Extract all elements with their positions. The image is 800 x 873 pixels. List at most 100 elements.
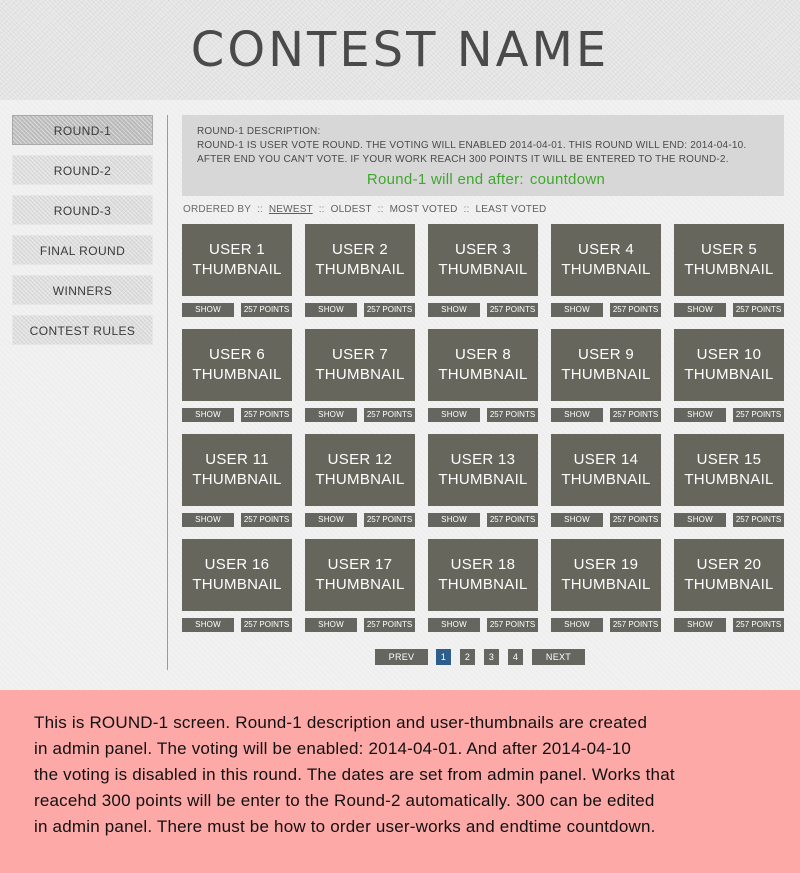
user-card: USER 11 THUMBNAIL SHOW 257 POINTS [182,434,292,527]
user-thumbnail[interactable]: USER 9 THUMBNAIL [551,329,661,401]
show-button[interactable]: SHOW [674,408,726,422]
show-button[interactable]: SHOW [674,303,726,317]
show-button[interactable]: SHOW [305,618,357,632]
user-thumbnail[interactable]: USER 12 THUMBNAIL [305,434,415,506]
order-option-newest[interactable]: NEWEST [269,204,313,215]
sidebar-item-round-1[interactable]: ROUND-1 [12,115,153,145]
prev-button[interactable]: PREV [375,649,428,665]
show-button[interactable]: SHOW [305,408,357,422]
user-thumbnail[interactable]: USER 4 THUMBNAIL [551,224,661,296]
main-area: ROUND-1 ROUND-2 ROUND-3 FINAL ROUND WINN… [0,100,800,690]
user-thumbnail[interactable]: USER 10 THUMBNAIL [674,329,784,401]
points-button[interactable]: 257 POINTS [241,618,292,632]
user-thumbnail[interactable]: USER 16 THUMBNAIL [182,539,292,611]
user-thumbnail[interactable]: USER 7 THUMBNAIL [305,329,415,401]
show-button[interactable]: SHOW [674,618,726,632]
page-4-button[interactable]: 4 [508,649,523,665]
page-1-button[interactable]: 1 [436,649,451,665]
user-thumbnail[interactable]: USER 13 THUMBNAIL [428,434,538,506]
show-button[interactable]: SHOW [428,408,480,422]
user-card: USER 8 THUMBNAIL SHOW 257 POINTS [428,329,538,422]
sidebar-item-winners[interactable]: WINNERS [12,275,153,305]
user-thumbnail[interactable]: USER 19 THUMBNAIL [551,539,661,611]
user-thumbnail[interactable]: USER 20 THUMBNAIL [674,539,784,611]
points-button[interactable]: 257 POINTS [487,618,538,632]
points-button[interactable]: 257 POINTS [610,408,661,422]
annotation-note: This is ROUND-1 screen. Round-1 descript… [0,690,800,873]
points-button[interactable]: 257 POINTS [241,513,292,527]
points-button[interactable]: 257 POINTS [364,618,415,632]
user-thumbnail[interactable]: USER 15 THUMBNAIL [674,434,784,506]
order-option-least-voted[interactable]: LEAST VOTED [475,204,546,215]
user-thumbnail[interactable]: USER 2 THUMBNAIL [305,224,415,296]
show-button[interactable]: SHOW [428,303,480,317]
show-button[interactable]: SHOW [428,618,480,632]
points-button[interactable]: 257 POINTS [733,618,784,632]
thumbnail-label: THUMBNAIL [315,366,405,383]
show-button[interactable]: SHOW [305,303,357,317]
points-button[interactable]: 257 POINTS [487,303,538,317]
points-button[interactable]: 257 POINTS [610,513,661,527]
card-actions: SHOW 257 POINTS [305,303,415,317]
user-card: USER 13 THUMBNAIL SHOW 257 POINTS [428,434,538,527]
card-actions: SHOW 257 POINTS [674,618,784,632]
page-2-button[interactable]: 2 [460,649,475,665]
show-button[interactable]: SHOW [551,408,603,422]
points-button[interactable]: 257 POINTS [364,303,415,317]
user-thumbnail[interactable]: USER 8 THUMBNAIL [428,329,538,401]
sidebar-item-round-2[interactable]: ROUND-2 [12,155,153,185]
show-button[interactable]: SHOW [182,408,234,422]
show-button[interactable]: SHOW [428,513,480,527]
show-button[interactable]: SHOW [551,513,603,527]
card-actions: SHOW 257 POINTS [305,618,415,632]
sidebar-item-round-3[interactable]: ROUND-3 [12,195,153,225]
points-button[interactable]: 257 POINTS [364,408,415,422]
points-button[interactable]: 257 POINTS [241,408,292,422]
user-card: USER 16 THUMBNAIL SHOW 257 POINTS [182,539,292,632]
user-card: USER 7 THUMBNAIL SHOW 257 POINTS [305,329,415,422]
thumbnail-user-label: USER 13 [450,451,516,468]
points-button[interactable]: 257 POINTS [610,618,661,632]
points-button[interactable]: 257 POINTS [487,408,538,422]
user-thumbnail[interactable]: USER 6 THUMBNAIL [182,329,292,401]
user-thumbnail[interactable]: USER 5 THUMBNAIL [674,224,784,296]
show-button[interactable]: SHOW [182,303,234,317]
user-thumbnail[interactable]: USER 3 THUMBNAIL [428,224,538,296]
show-button[interactable]: SHOW [551,303,603,317]
order-option-oldest[interactable]: OLDEST [331,204,372,215]
show-button[interactable]: SHOW [182,618,234,632]
user-thumbnail[interactable]: USER 18 THUMBNAIL [428,539,538,611]
show-button[interactable]: SHOW [674,513,726,527]
user-thumbnail[interactable]: USER 17 THUMBNAIL [305,539,415,611]
points-button[interactable]: 257 POINTS [364,513,415,527]
thumbnail-user-label: USER 7 [332,346,388,363]
points-button[interactable]: 257 POINTS [733,513,784,527]
thumbnail-label: THUMBNAIL [561,261,651,278]
show-button[interactable]: SHOW [551,618,603,632]
sidebar-divider [167,115,168,670]
sidebar-item-final-round[interactable]: FINAL ROUND [12,235,153,265]
user-card: USER 2 THUMBNAIL SHOW 257 POINTS [305,224,415,317]
points-button[interactable]: 257 POINTS [733,303,784,317]
points-button[interactable]: 257 POINTS [487,513,538,527]
points-button[interactable]: 257 POINTS [241,303,292,317]
thumbnail-label: THUMBNAIL [684,366,774,383]
next-button[interactable]: NEXT [532,649,585,665]
points-button[interactable]: 257 POINTS [733,408,784,422]
order-option-most-voted[interactable]: MOST VOTED [390,204,458,215]
points-button[interactable]: 257 POINTS [610,303,661,317]
sidebar-item-contest-rules[interactable]: CONTEST RULES [12,315,153,345]
page-3-button[interactable]: 3 [484,649,499,665]
thumbnail-label: THUMBNAIL [192,366,282,383]
show-button[interactable]: SHOW [305,513,357,527]
user-card: USER 15 THUMBNAIL SHOW 257 POINTS [674,434,784,527]
thumbnail-label: THUMBNAIL [684,471,774,488]
card-actions: SHOW 257 POINTS [182,513,292,527]
user-thumbnail[interactable]: USER 14 THUMBNAIL [551,434,661,506]
show-button[interactable]: SHOW [182,513,234,527]
user-thumbnail[interactable]: USER 1 THUMBNAIL [182,224,292,296]
user-thumbnail[interactable]: USER 11 THUMBNAIL [182,434,292,506]
user-card: USER 20 THUMBNAIL SHOW 257 POINTS [674,539,784,632]
order-separator: :: [377,204,384,215]
card-actions: SHOW 257 POINTS [428,408,538,422]
